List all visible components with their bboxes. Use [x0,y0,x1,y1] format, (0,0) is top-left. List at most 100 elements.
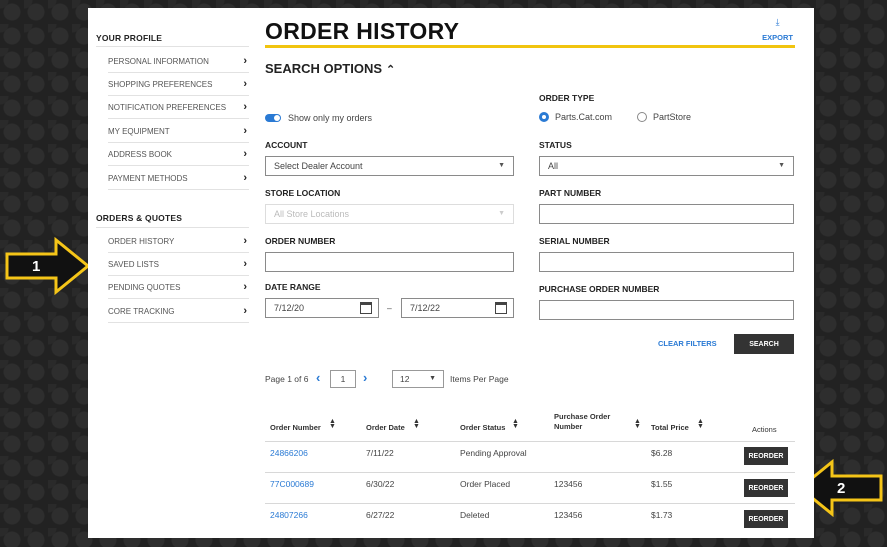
dropdown-arrow-icon: ▼ [498,162,505,169]
order-type-label: ORDER TYPE [539,93,595,103]
sidebar-item-label: SHOPPING PREFERENCES [108,79,213,89]
order-status-cell: Order Placed [460,479,511,489]
order-number-link[interactable]: 24866206 [270,448,308,458]
table-divider [265,503,795,504]
section-title-orders-quotes: ORDERS & QUOTES [96,213,183,223]
col-header-actions: Actions [752,425,777,434]
export-label: EXPORT [762,33,793,42]
serial-number-label: SERIAL NUMBER [539,236,610,246]
sidebar-item-pending-quotes[interactable]: PENDING QUOTES › [108,276,249,299]
order-status-cell: Deleted [460,510,490,520]
sidebar-item-label: MY EQUIPMENT [108,126,170,136]
sort-icon[interactable]: ▲ ▼ [512,418,519,430]
col-header-order-number[interactable]: Order Number [270,423,321,432]
callout-number-2: 2 [837,480,846,497]
sidebar-item-core-tracking[interactable]: CORE TRACKING › [108,300,249,323]
show-only-my-orders-toggle[interactable] [265,114,281,122]
search-button[interactable]: SEARCH [734,334,794,354]
col-header-po-number-line2[interactable]: Number [554,422,582,431]
clear-filters-link[interactable]: CLEAR FILTERS [658,339,717,348]
next-page-icon[interactable]: › [363,370,367,385]
total-price-cell: $1.73 [651,510,673,520]
reorder-button[interactable]: REORDER [744,510,788,528]
store-location-select[interactable]: All Store Locations ▼ [265,204,514,224]
search-options-toggle[interactable]: SEARCH OPTIONS ⌃ [265,61,395,76]
dropdown-arrow-icon: ▼ [498,210,505,217]
dropdown-arrow-icon: ▼ [429,375,436,382]
date-from-value: 7/12/20 [274,303,305,313]
table-divider [265,441,795,442]
sidebar-item-address-book[interactable]: ADDRESS BOOK › [108,143,249,166]
sidebar-item-shopping-preferences[interactable]: SHOPPING PREFERENCES › [108,73,249,96]
po-number-cell: 123456 [554,479,583,489]
download-icon: ⤓ [775,17,780,27]
order-type-option-label: PartStore [653,112,692,122]
col-header-order-status[interactable]: Order Status [460,423,505,432]
col-header-order-date[interactable]: Order Date [366,423,405,432]
items-per-page-select[interactable]: 12 ▼ [392,370,444,388]
main-content: ORDER HISTORY ⤓ EXPORT SEARCH OPTIONS ⌃ S… [265,8,795,538]
date-to-input[interactable]: 7/12/22 [401,298,514,318]
order-number-link[interactable]: 77C000689 [270,479,314,489]
chevron-right-icon: › [243,235,247,247]
serial-number-input[interactable] [539,252,794,272]
toggle-label: Show only my orders [288,113,373,123]
date-from-input[interactable]: 7/12/20 [265,298,379,318]
reorder-button[interactable]: REORDER [744,447,788,465]
order-date-cell: 7/11/22 [366,448,394,458]
page-title: ORDER HISTORY [265,18,460,44]
divider [96,227,249,228]
po-number-label: PURCHASE ORDER NUMBER [539,284,660,294]
sidebar-item-label: CORE TRACKING [108,306,175,316]
calendar-icon[interactable] [495,302,507,314]
chevron-right-icon: › [243,101,247,113]
order-number-input[interactable] [265,252,514,272]
page-indicator: Page 1 of 6 [265,374,309,384]
export-button[interactable]: ⤓ EXPORT [762,18,793,45]
prev-page-icon[interactable]: ‹ [316,370,320,385]
sidebar-item-payment-methods[interactable]: PAYMENT METHODS › [108,167,249,190]
title-underline [265,45,795,48]
date-to-value: 7/12/22 [410,303,441,313]
order-type-radio-parts-cat[interactable] [539,112,549,122]
sidebar-item-label: SAVED LISTS [108,259,159,269]
sidebar-item-order-history[interactable]: ORDER HISTORY › [108,230,249,253]
status-select[interactable]: All ▼ [539,156,794,176]
chevron-right-icon: › [243,78,247,90]
chevron-right-icon: › [243,55,247,67]
col-header-po-number-line1[interactable]: Purchase Order [554,412,610,421]
account-panel: YOUR PROFILE PERSONAL INFORMATION › SHOPP… [88,8,814,538]
reorder-button[interactable]: REORDER [744,479,788,497]
col-header-total-price[interactable]: Total Price [651,423,689,432]
calendar-icon[interactable] [360,302,372,314]
sidebar-item-label: PENDING QUOTES [108,282,181,292]
dropdown-arrow-icon: ▼ [778,162,785,169]
sort-icon[interactable]: ▲ ▼ [697,418,704,430]
sidebar-item-my-equipment[interactable]: MY EQUIPMENT › [108,120,249,143]
sidebar-item-saved-lists[interactable]: SAVED LISTS › [108,253,249,276]
order-number-link[interactable]: 24807266 [270,510,308,520]
order-status-cell: Pending Approval [460,448,527,458]
part-number-input[interactable] [539,204,794,224]
current-page-input[interactable]: 1 [330,370,356,388]
po-number-input[interactable] [539,300,794,320]
account-select[interactable]: Select Dealer Account ▼ [265,156,514,176]
sidebar-item-label: PAYMENT METHODS [108,173,188,183]
order-type-option-label: Parts.Cat.com [555,112,613,122]
store-location-label: STORE LOCATION [265,188,341,198]
sort-icon[interactable]: ▲ ▼ [413,418,420,430]
sidebar-item-personal-information[interactable]: PERSONAL INFORMATION › [108,50,249,73]
items-per-page-label: Items Per Page [450,374,509,384]
sidebar-item-notification-preferences[interactable]: NOTIFICATION PREFERENCES › [108,96,249,119]
sort-icon[interactable]: ▲ ▼ [329,418,336,430]
chevron-right-icon: › [243,172,247,184]
account-value: Select Dealer Account [274,161,363,171]
per-page-value: 12 [400,374,410,384]
table-divider [265,472,795,473]
sort-icon[interactable]: ▲ ▼ [634,418,641,430]
order-number-label: ORDER NUMBER [265,236,336,246]
order-type-radio-partstore[interactable] [637,112,647,122]
sidebar-item-label: ORDER HISTORY [108,236,175,246]
sidebar-item-label: NOTIFICATION PREFERENCES [108,102,227,112]
total-price-cell: $6.28 [651,448,673,458]
